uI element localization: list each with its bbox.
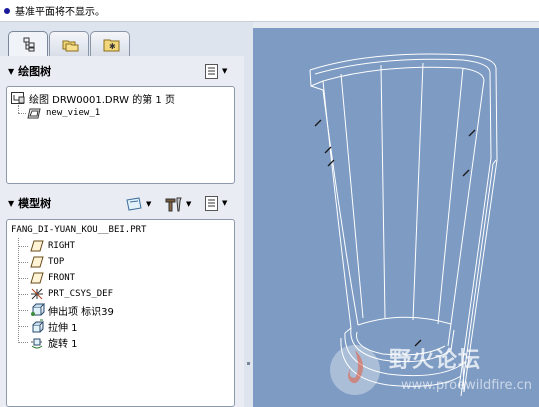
- dropdown-arrow-icon: ▼: [186, 200, 192, 208]
- model-tree-title: 模型树: [18, 197, 52, 210]
- message-bar: 基准平面将不显示。: [0, 0, 539, 22]
- collapse-caret-icon[interactable]: ▼: [8, 199, 14, 208]
- protrusion-icon: [31, 303, 45, 316]
- watermark-url: www.proewildfire.cn: [401, 378, 532, 393]
- model-tree-root[interactable]: FANG_DI-YUAN_KOU__BEI.PRT: [11, 222, 146, 238]
- tree-filters-button[interactable]: ▼: [164, 195, 191, 213]
- tree-item-label: 拉伸 1: [48, 322, 78, 334]
- datum-plane-icon: [30, 256, 44, 268]
- drawing-tree-root-label: 绘图 DRW0001.DRW 的第 1 页: [29, 94, 175, 106]
- show-button[interactable]: ▼: [124, 195, 151, 213]
- show-icon: [126, 197, 142, 211]
- tools-icon: [165, 197, 182, 212]
- coordinate-system-icon: [31, 288, 43, 300]
- status-message: 基准平面将不显示。: [15, 7, 105, 18]
- dropdown-arrow-icon: ▼: [222, 67, 228, 75]
- drawing-tree-title: 绘图树: [18, 65, 52, 78]
- favorites-icon: ✱: [103, 39, 120, 52]
- svg-text:✱: ✱: [109, 42, 116, 51]
- tree-hierarchy-icon: [23, 37, 35, 52]
- site-watermark: 野火论坛 www.proewildfire.cn: [327, 338, 539, 404]
- navigator-tab-bar: ✱: [0, 22, 253, 57]
- dropdown-arrow-icon: ▼: [222, 199, 228, 207]
- tree-item-protrusion[interactable]: 伸出项 标识39: [29, 302, 114, 318]
- tab-folder-browser[interactable]: [49, 31, 89, 56]
- tree-item-csys[interactable]: PRT_CSYS_DEF: [29, 286, 113, 302]
- model-tree-settings-button[interactable]: ▼: [204, 194, 227, 212]
- tree-item-label: PRT_CSYS_DEF: [48, 289, 114, 299]
- tree-item-right[interactable]: RIGHT: [29, 238, 75, 254]
- datum-plane-icon: [30, 240, 44, 252]
- tab-model-tree[interactable]: [8, 31, 48, 57]
- model-tree: FANG_DI-YUAN_KOU__BEI.PRT RIGHT TOP FRON…: [6, 219, 235, 407]
- message-bullet-icon: [4, 7, 10, 14]
- tree-item-label: FRONT: [48, 273, 76, 283]
- drawing-view-item[interactable]: new_view_1: [27, 105, 100, 121]
- tree-item-front[interactable]: FRONT: [29, 270, 75, 286]
- list-settings-icon: [205, 195, 218, 211]
- tree-item-label: RIGHT: [48, 241, 76, 251]
- drawing-view-label: new_view_1: [46, 108, 101, 118]
- collapse-caret-icon[interactable]: ▼: [8, 67, 14, 76]
- datum-plane-icon: [30, 272, 44, 284]
- tree-item-revolve[interactable]: 旋转 1: [29, 334, 78, 350]
- tree-item-label: 旋转 1: [48, 338, 78, 350]
- tab-favorites[interactable]: ✱: [90, 31, 130, 56]
- model-tree-root-label: FANG_DI-YUAN_KOU__BEI.PRT: [11, 225, 147, 235]
- tree-item-top[interactable]: TOP: [29, 254, 64, 270]
- panel-splitter[interactable]: [244, 22, 253, 407]
- drawing-tree-settings-button[interactable]: ▼: [204, 62, 227, 80]
- tree-item-extrude[interactable]: 拉伸 1: [29, 318, 78, 334]
- watermark-title: 野火论坛: [389, 347, 482, 373]
- folders-icon: [62, 40, 79, 52]
- flame-logo-icon: [330, 345, 380, 395]
- list-settings-icon: [205, 63, 218, 79]
- tree-item-label: TOP: [48, 257, 65, 267]
- extrude-icon: [32, 319, 45, 333]
- tree-item-label: 伸出项 标识39: [48, 306, 114, 318]
- navigator-panel: ▼ 绘图树 ▼ 绘图 DRW0001.DRW 的第 1 页 new_view_1: [0, 56, 253, 407]
- drawing-tree: 绘图 DRW0001.DRW 的第 1 页 new_view_1: [6, 86, 235, 184]
- drawing-view-icon: [27, 108, 41, 119]
- revolve-icon: [31, 338, 43, 349]
- dropdown-arrow-icon: ▼: [146, 200, 152, 208]
- drawing-sheet-icon: [11, 92, 25, 104]
- drawing-tree-root[interactable]: 绘图 DRW0001.DRW 的第 1 页: [10, 90, 175, 106]
